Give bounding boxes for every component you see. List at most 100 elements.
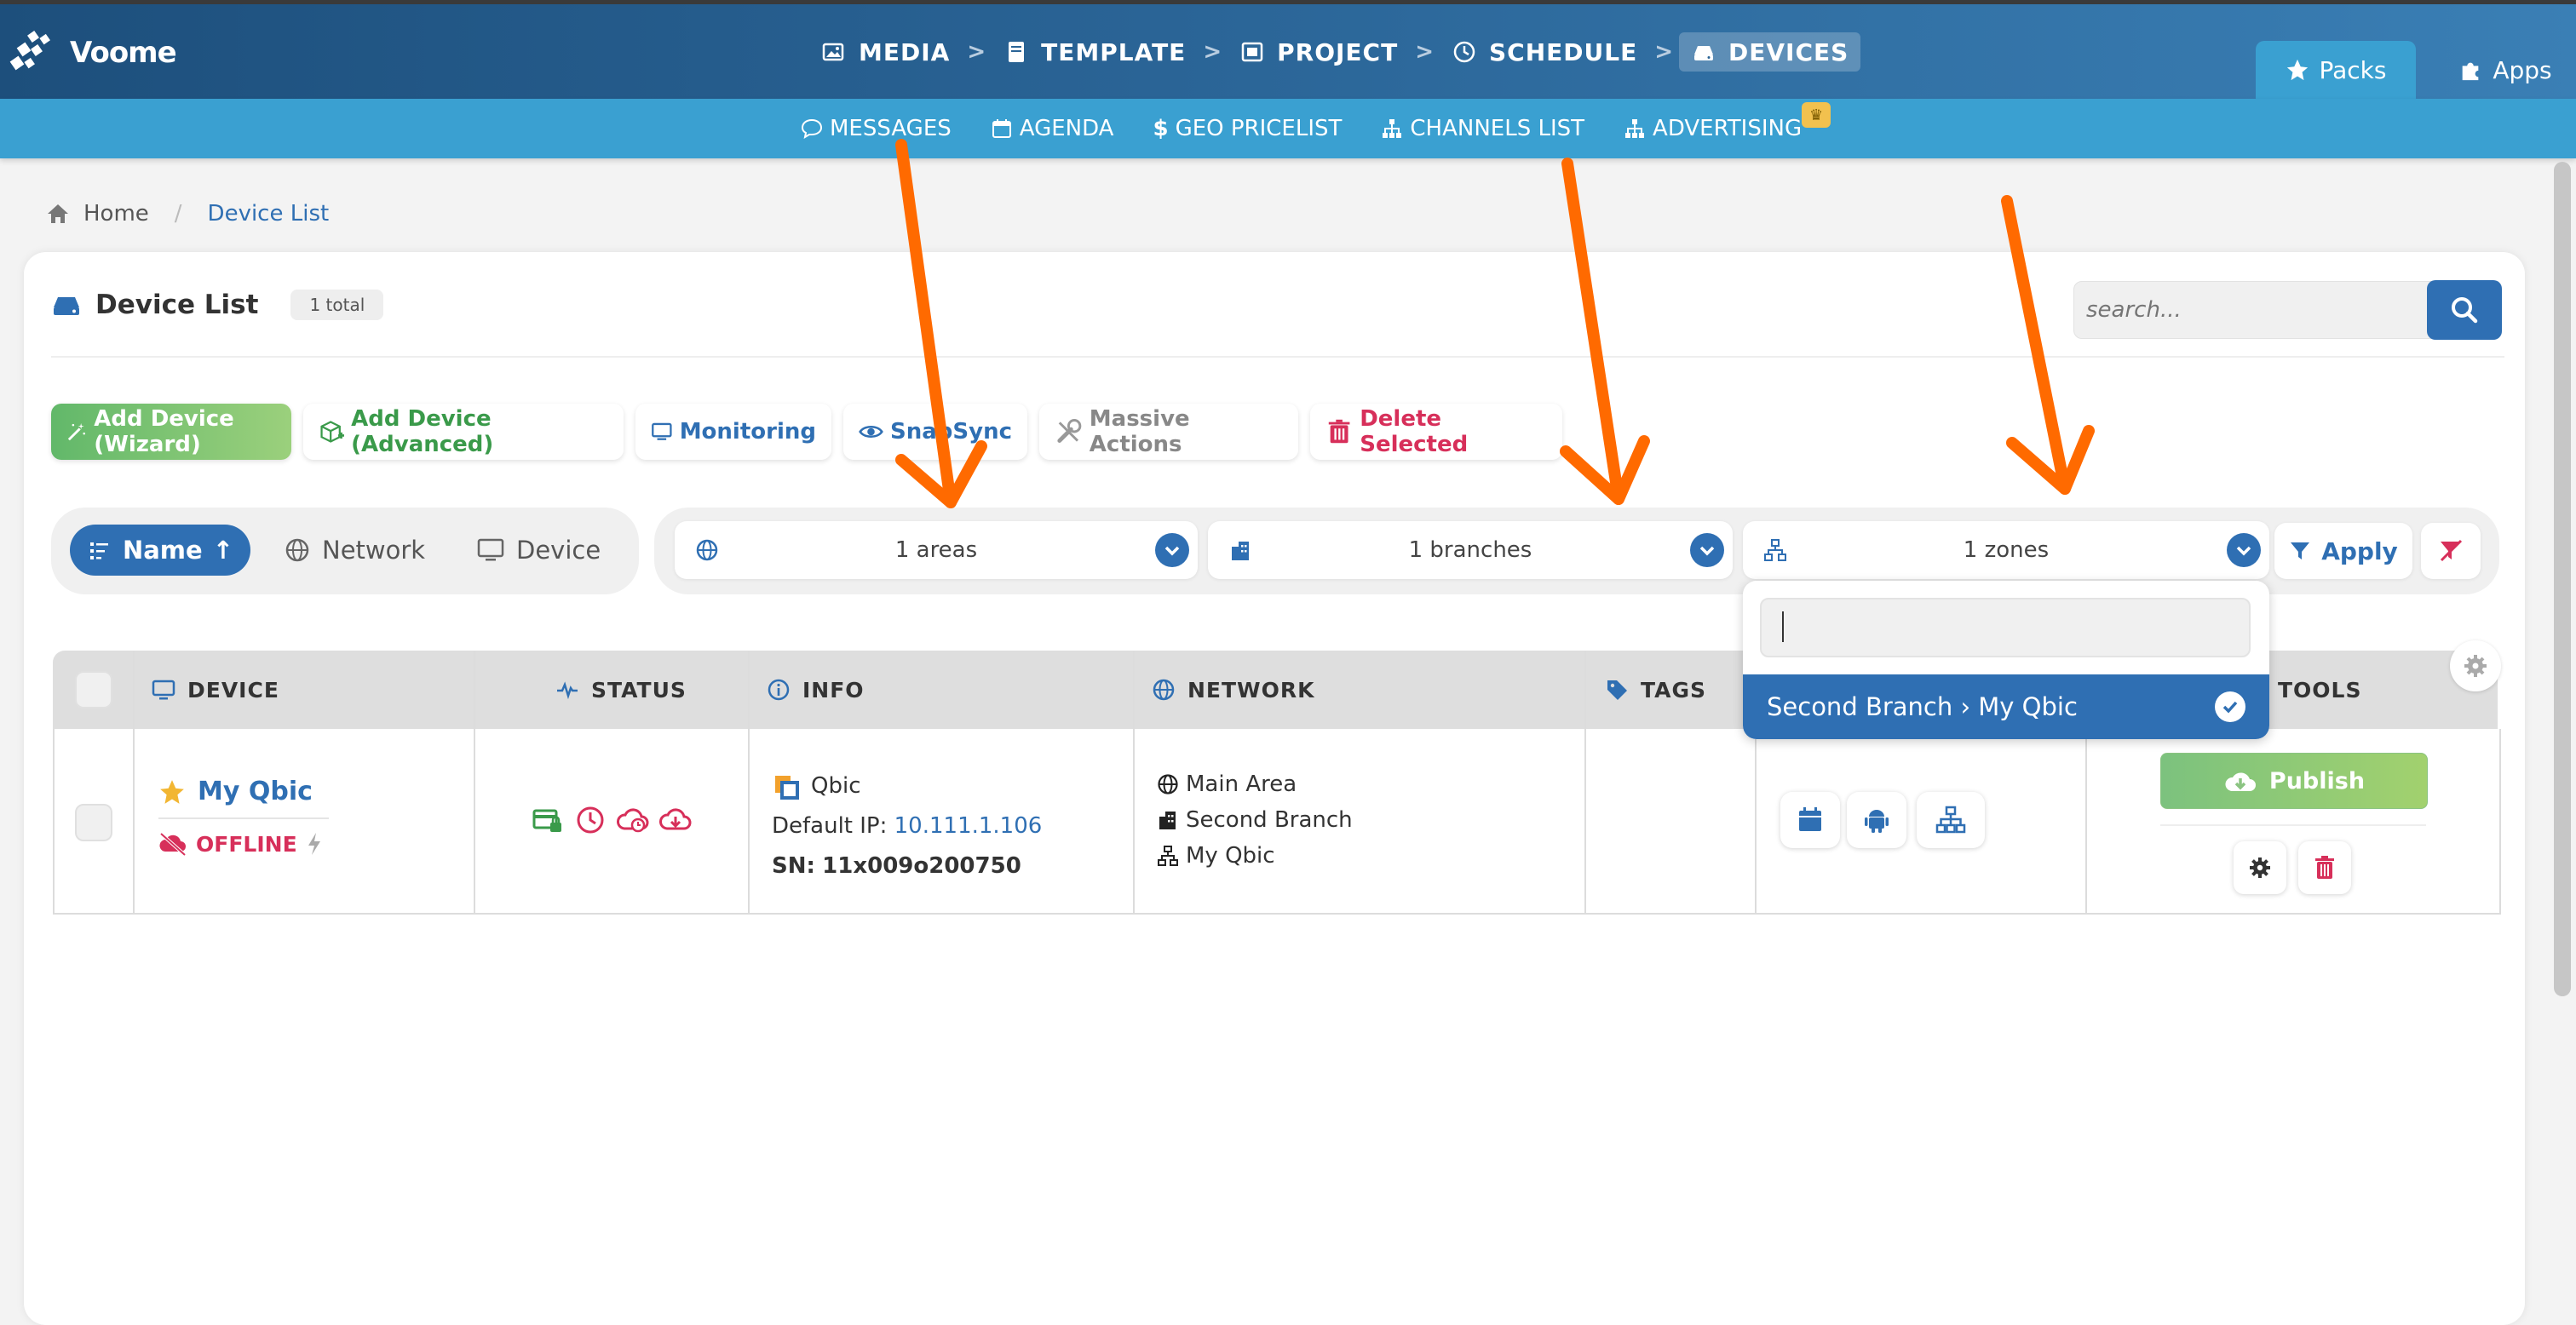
- menu-advertising[interactable]: ADVERTISING ♛: [1624, 102, 1831, 141]
- star-icon[interactable]: [158, 778, 186, 806]
- brand-logo[interactable]: Voome: [9, 29, 177, 77]
- cloud-download-icon: [659, 808, 692, 830]
- globe-icon: [285, 538, 309, 562]
- device-serial-value: 11x009o200750: [822, 853, 1021, 879]
- globe-icon: [696, 539, 718, 561]
- device-model-label: Qbic: [811, 773, 861, 799]
- device-delete-button[interactable]: [2298, 841, 2351, 894]
- menu-channels-list[interactable]: CHANNELS LIST: [1381, 116, 1584, 141]
- column-tags[interactable]: TAGS: [1605, 651, 1706, 729]
- zones-search-input[interactable]: [1760, 598, 2251, 657]
- sort-name-label: Name: [122, 536, 203, 565]
- device-ip: Default IP: 10.111.1.106: [772, 806, 1042, 846]
- gear-icon: [2250, 858, 2270, 878]
- magic-wand-icon: [67, 422, 86, 441]
- breadcrumb-current[interactable]: Device List: [208, 201, 330, 227]
- device-serial: SN: 11x009o200750: [772, 846, 1042, 886]
- sitemap-icon: [1935, 806, 1966, 834]
- network-button[interactable]: [1917, 792, 1985, 848]
- device-name-link[interactable]: My Qbic: [158, 777, 313, 806]
- apply-label: Apply: [2321, 536, 2398, 565]
- step-media[interactable]: MEDIA: [809, 32, 962, 72]
- device-settings-button[interactable]: [2234, 841, 2286, 894]
- zone-option-selected[interactable]: Second Branch › My Qbic: [1743, 674, 2269, 739]
- menu-agenda[interactable]: AGENDA: [991, 116, 1113, 141]
- step-schedule[interactable]: SCHEDULE: [1440, 32, 1649, 72]
- apps-tab[interactable]: Apps: [2441, 41, 2569, 99]
- search-button[interactable]: [2427, 280, 2502, 340]
- trash-icon: [1328, 419, 1350, 444]
- device-ip-label: Default IP:: [772, 813, 888, 839]
- chevron-right-icon: >: [1654, 39, 1675, 65]
- page-title-text: Device List: [95, 290, 259, 320]
- crown-icon: ♛: [1802, 102, 1831, 128]
- android-button[interactable]: [1847, 792, 1906, 848]
- column-status[interactable]: STATUS: [555, 651, 687, 729]
- column-device[interactable]: DEVICE: [152, 651, 279, 729]
- add-device-wizard-button[interactable]: Add Device (Wizard): [51, 404, 291, 460]
- monitoring-button[interactable]: Monitoring: [635, 404, 831, 460]
- sort-by-network-button[interactable]: Network: [285, 525, 425, 576]
- menu-messages[interactable]: MESSAGES: [801, 116, 952, 141]
- row-checkbox[interactable]: [75, 804, 112, 841]
- sort-toggle-group: Name ↑ Network Device: [51, 508, 639, 594]
- network-area-label: Main Area: [1186, 771, 1297, 797]
- clock-icon: [577, 806, 604, 834]
- network-area: Main Area: [1157, 766, 1353, 802]
- star-icon: [2286, 59, 2308, 81]
- project-icon: [1241, 42, 1263, 62]
- delete-selected-button[interactable]: Delete Selected: [1310, 404, 1562, 460]
- packs-tab[interactable]: Packs: [2256, 41, 2416, 99]
- step-template[interactable]: TEMPLATE: [992, 32, 1198, 72]
- sort-by-device-button[interactable]: Device: [477, 525, 601, 576]
- voome-logo-icon: [9, 31, 50, 71]
- search-box: [2073, 280, 2502, 340]
- chevron-right-icon: >: [1203, 39, 1223, 65]
- column-status-label: STATUS: [591, 677, 687, 703]
- massive-actions-button[interactable]: Massive Actions: [1039, 404, 1298, 460]
- qbic-logo-icon: [775, 775, 799, 800]
- publish-button[interactable]: Publish: [2160, 753, 2428, 809]
- clear-filters-button[interactable]: [2421, 523, 2481, 579]
- zones-filter-value: 1 zones: [1963, 537, 2050, 563]
- search-input[interactable]: [2074, 282, 2437, 338]
- breadcrumb-home[interactable]: Home: [83, 201, 149, 227]
- menu-geo-pricelist[interactable]: $ GEO PRICELIST: [1153, 116, 1342, 141]
- status-icons: [532, 804, 692, 836]
- areas-filter-value: 1 areas: [894, 537, 978, 563]
- divider: [51, 356, 2504, 358]
- globe-icon: [1153, 679, 1175, 701]
- step-devices[interactable]: DEVICES: [1679, 32, 1861, 72]
- column-info[interactable]: INFO: [767, 651, 865, 729]
- branches-filter-dropdown[interactable]: 1 branches: [1208, 521, 1733, 579]
- chevron-down-icon: [1155, 533, 1189, 567]
- table-settings-button[interactable]: [2450, 640, 2501, 691]
- step-project[interactable]: PROJECT: [1228, 32, 1410, 72]
- apply-filters-button[interactable]: Apply: [2274, 523, 2412, 579]
- network-branch-label: Second Branch: [1186, 807, 1353, 833]
- select-all-checkbox[interactable]: [75, 671, 112, 708]
- sort-by-name-button[interactable]: Name ↑: [70, 525, 250, 576]
- column-tools-label: TOOLS: [2278, 677, 2362, 703]
- column-network[interactable]: NETWORK: [1152, 651, 1315, 729]
- trash-icon: [2315, 856, 2334, 879]
- zones-dropdown-menu: Second Branch › My Qbic: [1743, 581, 2269, 739]
- text-caret: [1782, 611, 1784, 642]
- device-ip-link[interactable]: 10.111.1.106: [894, 813, 1043, 839]
- gear-icon: [2464, 655, 2487, 677]
- column-tools[interactable]: TOOLS: [2278, 651, 2362, 729]
- add-device-advanced-button[interactable]: Add Device (Advanced): [303, 404, 624, 460]
- monitor-icon: [652, 422, 672, 440]
- step-schedule-label: SCHEDULE: [1488, 37, 1638, 66]
- snapsync-button[interactable]: SnapSync: [843, 404, 1027, 460]
- page-scrollbar[interactable]: [2554, 162, 2571, 996]
- column-tags-label: TAGS: [1641, 677, 1706, 703]
- add-device-advanced-label: Add Device (Advanced): [351, 406, 494, 457]
- sitemap-icon: [1383, 119, 1402, 138]
- schedule-button[interactable]: [1780, 792, 1840, 848]
- search-icon: [2452, 297, 2478, 324]
- dollar-icon: $: [1153, 116, 1169, 141]
- zones-filter-dropdown[interactable]: 1 zones: [1743, 521, 2269, 579]
- areas-filter-dropdown[interactable]: 1 areas: [675, 521, 1198, 579]
- globe-icon: [1158, 774, 1178, 794]
